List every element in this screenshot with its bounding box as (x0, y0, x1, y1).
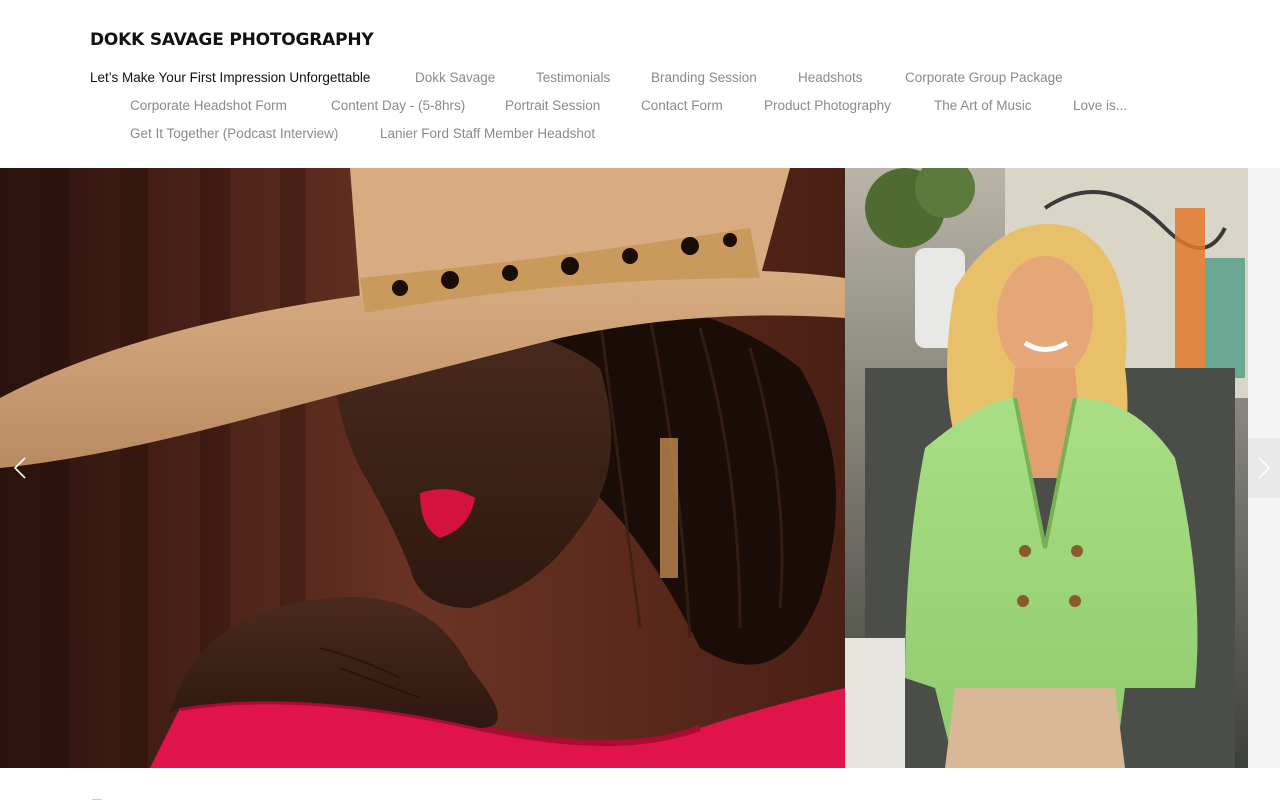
main-navigation: Let’s Make Your First Impression Unforge… (0, 0, 1280, 168)
nav-item-contact-form[interactable]: Contact Form (641, 97, 723, 115)
gallery-prev-button[interactable] (0, 438, 40, 498)
image-gallery (0, 168, 1280, 768)
nav-item-dokk-savage[interactable]: Dokk Savage (415, 69, 495, 87)
nav-item-love-is[interactable]: Love is... (1073, 97, 1127, 115)
nav-item-headshots[interactable]: Headshots (798, 69, 863, 87)
chevron-right-icon (1258, 457, 1271, 479)
nav-item-corporate-group-package[interactable]: Corporate Group Package (905, 69, 1063, 87)
nav-item-branding-session[interactable]: Branding Session (651, 69, 757, 87)
gallery-slide-2[interactable] (845, 168, 1248, 768)
nav-item-corporate-headshot-form[interactable]: Corporate Headshot Form (130, 97, 287, 115)
footer-partial (90, 790, 130, 800)
nav-item-content-day[interactable]: Content Day - (5-8hrs) (331, 97, 465, 115)
footer-mark-icon (92, 799, 102, 800)
portrait-photo-green-blazer (845, 168, 1248, 768)
nav-item-podcast-interview[interactable]: Get It Together (Podcast Interview) (130, 125, 338, 143)
nav-item-lanier-ford-headshot[interactable]: Lanier Ford Staff Member Headshot (380, 125, 595, 143)
gallery-next-button[interactable] (1248, 438, 1280, 498)
portrait-photo-hat (0, 168, 845, 768)
nav-item-art-of-music[interactable]: The Art of Music (934, 97, 1032, 115)
nav-item-home[interactable]: Let’s Make Your First Impression Unforge… (90, 69, 370, 87)
chevron-left-icon (13, 457, 26, 479)
gallery-slide-1[interactable] (0, 168, 845, 768)
nav-item-testimonials[interactable]: Testimonials (536, 69, 610, 87)
nav-item-product-photography[interactable]: Product Photography (764, 97, 891, 115)
nav-item-portrait-session[interactable]: Portrait Session (505, 97, 600, 115)
